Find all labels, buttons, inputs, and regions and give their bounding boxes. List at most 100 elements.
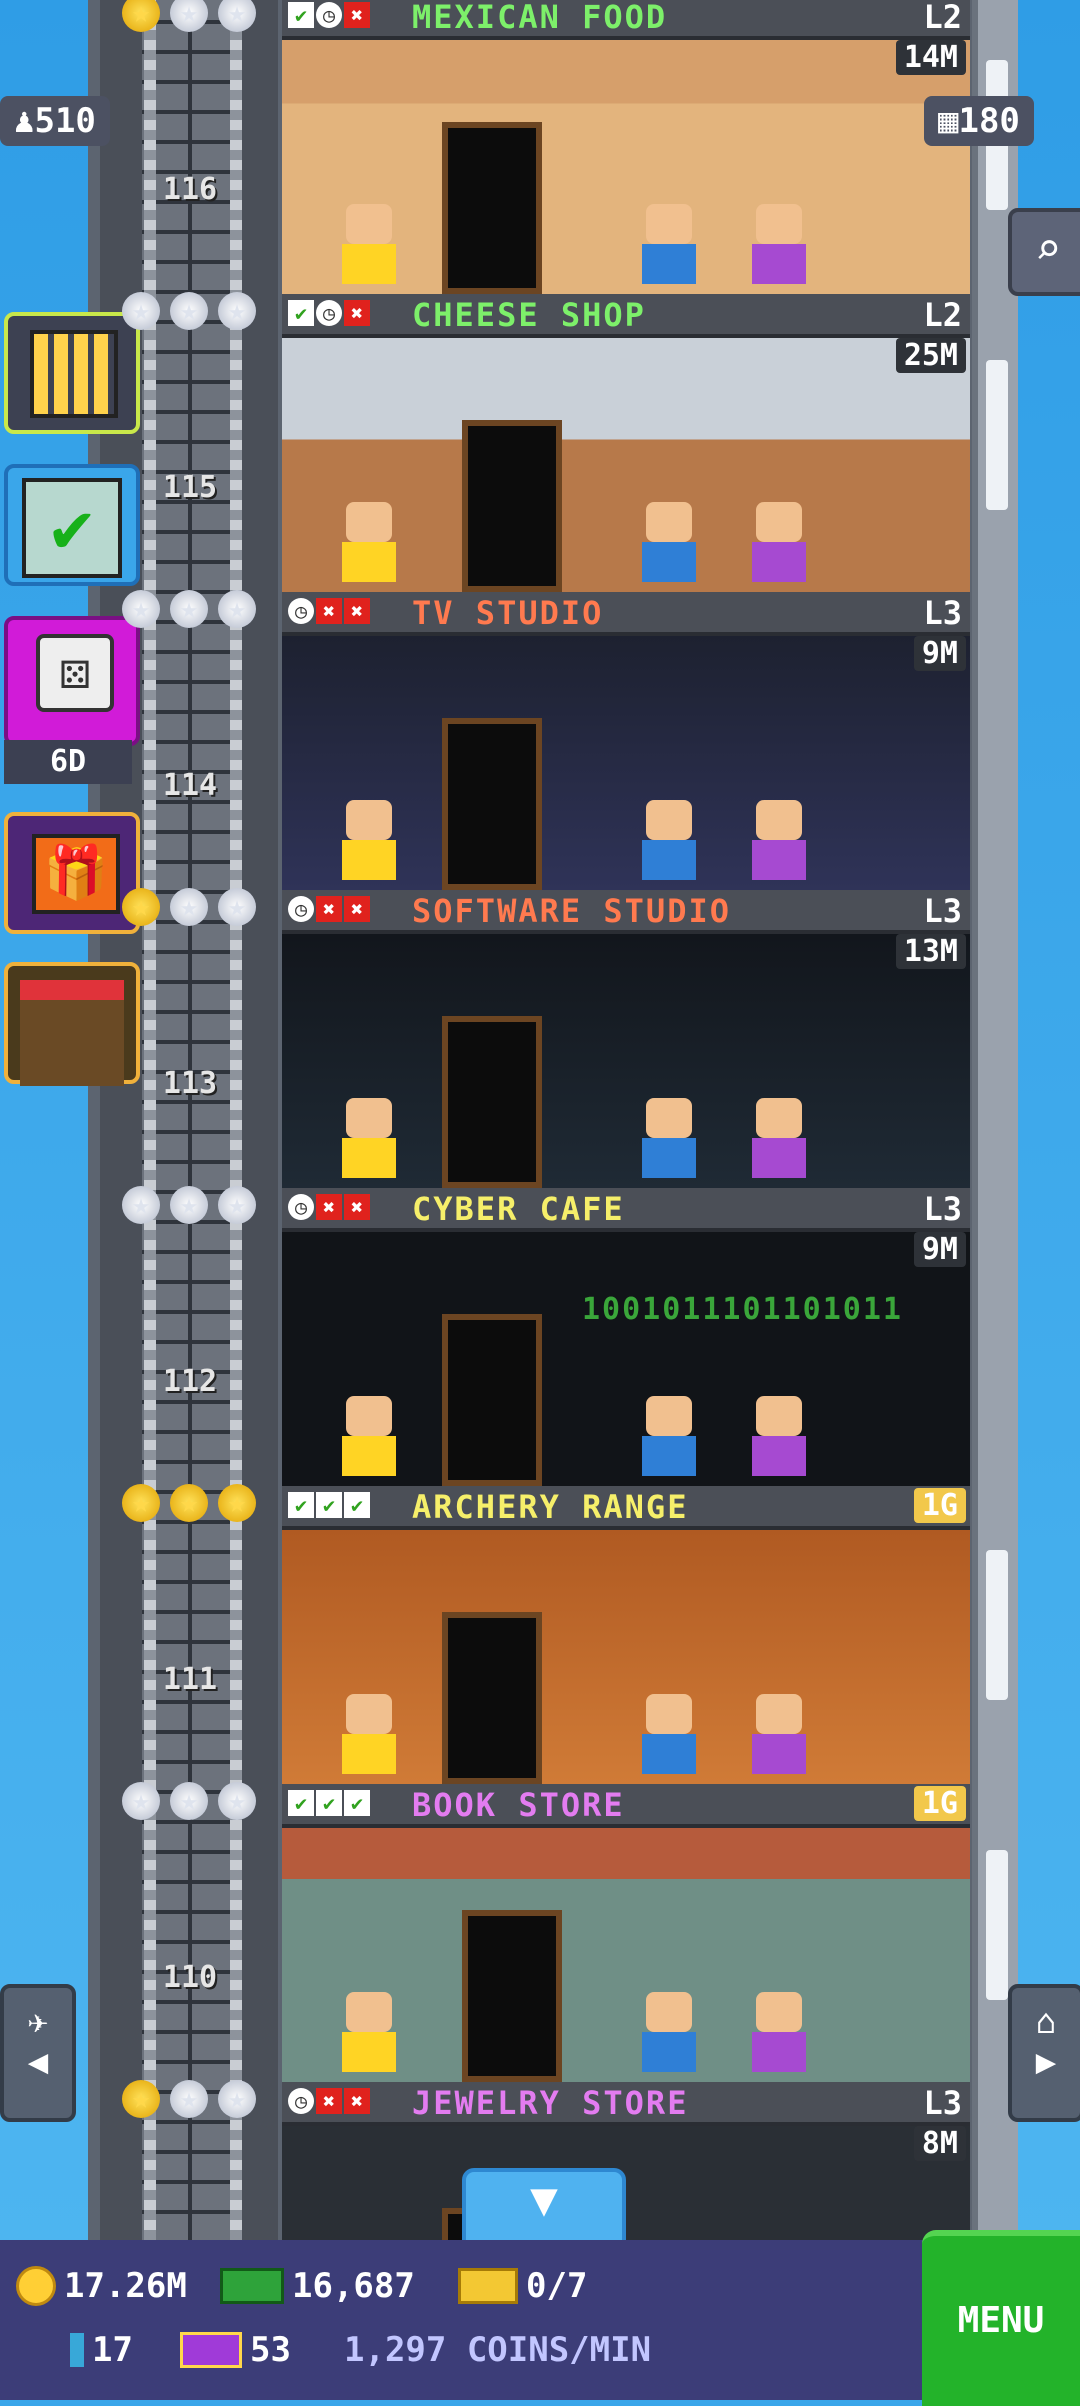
- floor-room[interactable]: 1001011101101011: [282, 1232, 970, 1486]
- floor-114[interactable]: ◷ ✖ ✖ TV STUDIO L3 9M: [282, 592, 970, 890]
- search-button[interactable]: ⌕: [1008, 208, 1080, 296]
- elevator-left-button[interactable]: ✈ ◀: [0, 1984, 76, 2122]
- dice-button[interactable]: ⚄: [4, 616, 140, 746]
- population-badge[interactable]: ♟510: [0, 96, 110, 146]
- menu-button[interactable]: MENU: [922, 2230, 1080, 2406]
- floor-110[interactable]: ✔ ✔ ✔ BOOK STORE 1G: [282, 1784, 970, 2082]
- home-right-button[interactable]: ⌂ ▶: [1008, 1984, 1080, 2122]
- bitizen[interactable]: [642, 502, 696, 582]
- elevator-door: [442, 718, 542, 890]
- bitizen[interactable]: [752, 204, 806, 284]
- vip-stat[interactable]: 53: [180, 2330, 291, 2370]
- elevator-door: [442, 122, 542, 294]
- bitizen[interactable]: [642, 1396, 696, 1476]
- floor-room[interactable]: [282, 1530, 970, 1784]
- bitizen-body: [642, 1734, 696, 1774]
- bitizen[interactable]: [752, 502, 806, 582]
- bitizen[interactable]: [342, 1694, 396, 1774]
- elevator-rail-left: [144, 0, 156, 2240]
- bitizen[interactable]: [342, 1098, 396, 1178]
- floor-count: 180: [958, 101, 1020, 141]
- empty-x-icon: ✖: [316, 598, 342, 624]
- floor-header[interactable]: ✔ ✔ ✔ ARCHERY RANGE: [282, 1486, 970, 1530]
- floor-header[interactable]: ◷ ✖ ✖ SOFTWARE STUDIO L3: [282, 890, 970, 934]
- bitizen[interactable]: [642, 1694, 696, 1774]
- floor-111[interactable]: ✔ ✔ ✔ ARCHERY RANGE 1G: [282, 1486, 970, 1784]
- coins-stat[interactable]: 17.26M: [16, 2266, 187, 2306]
- floor-115[interactable]: ✔ ◷ ✖ CHEESE SHOP L2 25M: [282, 294, 970, 592]
- floor-room[interactable]: [282, 934, 970, 1188]
- bitizen[interactable]: [752, 800, 806, 880]
- bitizen[interactable]: [342, 800, 396, 880]
- bitizen[interactable]: [642, 800, 696, 880]
- empty-x-icon: ✖: [344, 598, 370, 624]
- stock-status: ✔ ✔ ✔: [288, 1492, 370, 1518]
- floor-name: MEXICAN FOOD: [412, 0, 668, 36]
- coin-icon: [16, 2266, 56, 2306]
- elevator-door: [442, 1314, 542, 1486]
- silver-star-icon: ★: [218, 2080, 256, 2118]
- silver-star-icon: ★: [170, 0, 208, 32]
- bitizen[interactable]: [752, 1396, 806, 1476]
- tasks-button[interactable]: ✔: [4, 464, 140, 586]
- bux-stat[interactable]: 16,687: [220, 2266, 415, 2306]
- silver-star-icon: ★: [218, 292, 256, 330]
- empty-x-icon: ✖: [344, 2088, 370, 2114]
- gift-button[interactable]: 🎁: [4, 812, 140, 934]
- bitizen[interactable]: [342, 502, 396, 582]
- bitizen-head: [646, 502, 692, 542]
- floor-room[interactable]: [282, 40, 970, 294]
- gold-star-icon: ★: [122, 2080, 160, 2118]
- floor-stars: ★ ★ ★: [122, 0, 256, 32]
- gold-star-icon: ★: [170, 1484, 208, 1522]
- floor-level: L3: [923, 1190, 962, 1228]
- floor-name: CYBER CAFE: [412, 1190, 625, 1228]
- floor-header[interactable]: ◷ ✖ ✖ CYBER CAFE L3: [282, 1188, 970, 1232]
- coins-rate: 1,297 COINS/MIN: [344, 2330, 651, 2370]
- bitizen-body: [642, 840, 696, 880]
- empty-x-icon: ✖: [344, 1194, 370, 1220]
- bitizen-body: [342, 542, 396, 582]
- floor-name: BOOK STORE: [412, 1786, 625, 1824]
- floor-room[interactable]: [282, 1828, 970, 2082]
- bitizen[interactable]: [342, 1396, 396, 1476]
- bitizen[interactable]: [342, 204, 396, 284]
- bitizen-body: [642, 1436, 696, 1476]
- floor-116[interactable]: ✔ ◷ ✖ MEXICAN FOOD L2 14M: [282, 0, 970, 294]
- tasks-icon: ✔: [22, 478, 122, 578]
- build-floor-button[interactable]: [4, 312, 140, 434]
- floor-header[interactable]: ✔ ✔ ✔ BOOK STORE: [282, 1784, 970, 1828]
- market-button[interactable]: [4, 962, 140, 1086]
- bitizen-head: [646, 1098, 692, 1138]
- down-arrow-icon: ▼: [530, 2172, 558, 2226]
- bitizen-head: [646, 1396, 692, 1436]
- tickets-stat[interactable]: 0/7: [458, 2266, 587, 2306]
- keys-stat[interactable]: 17: [70, 2330, 133, 2370]
- floor-room[interactable]: [282, 338, 970, 592]
- floor-header[interactable]: ✔ ◷ ✖ CHEESE SHOP L2: [282, 294, 970, 338]
- floor-header[interactable]: ✔ ◷ ✖ MEXICAN FOOD L2: [282, 0, 970, 40]
- floor-level: L3: [923, 2084, 962, 2122]
- elevator-door: [462, 1910, 562, 2082]
- floor-112[interactable]: 1001011101101011 ◷ ✖ ✖ CYBER CAFE L3 9M: [282, 1188, 970, 1486]
- silver-star-icon: ★: [218, 0, 256, 32]
- bitizen[interactable]: [752, 1694, 806, 1774]
- bitizen[interactable]: [752, 1992, 806, 2072]
- bitizen[interactable]: [642, 204, 696, 284]
- silver-star-icon: ★: [122, 1782, 160, 1820]
- bux-badge[interactable]: ▦180: [924, 96, 1034, 146]
- floor-113[interactable]: ◷ ✖ ✖ SOFTWARE STUDIO L3 13M: [282, 890, 970, 1188]
- bitizen[interactable]: [752, 1098, 806, 1178]
- floor-header[interactable]: ◷ ✖ ✖ TV STUDIO L3: [282, 592, 970, 636]
- empty-x-icon: ✖: [344, 896, 370, 922]
- floor-stock-value: 9M: [913, 1232, 966, 1267]
- stock-status: ◷ ✖ ✖: [288, 598, 370, 624]
- bitizen[interactable]: [642, 1098, 696, 1178]
- floor-header[interactable]: ◷ ✖ ✖ JEWELRY STORE L3: [282, 2082, 970, 2126]
- bitizen[interactable]: [642, 1992, 696, 2072]
- window-strip: [986, 1550, 1008, 1700]
- floor-room[interactable]: [282, 636, 970, 890]
- bitizen-head: [346, 1098, 392, 1138]
- floor-level: L3: [923, 594, 962, 632]
- bitizen[interactable]: [342, 1992, 396, 2072]
